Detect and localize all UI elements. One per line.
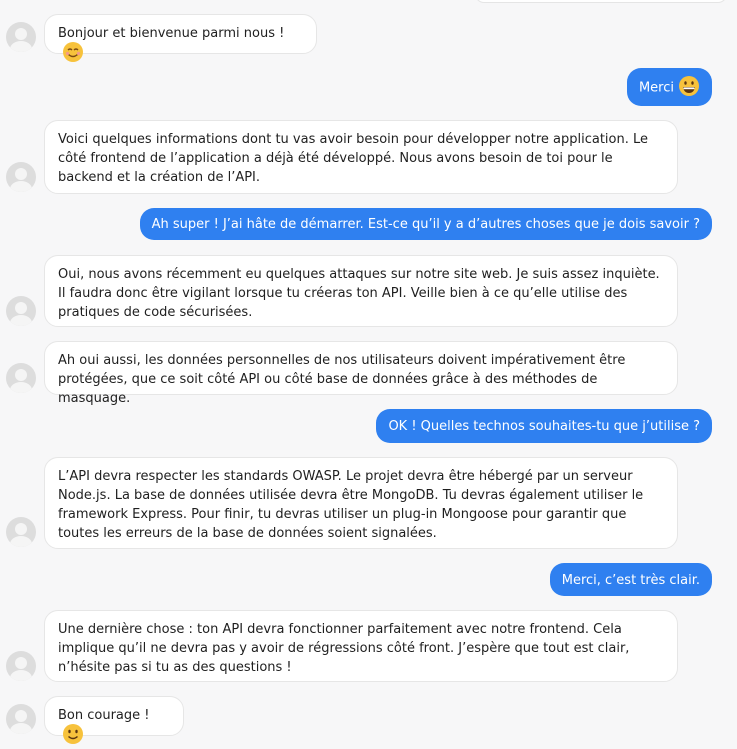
user-message: Merci [626, 68, 712, 106]
bot-message: Bonjour et bienvenue parmi nous ! [44, 14, 317, 62]
bot-message: Bon courage ! [44, 696, 184, 744]
message-text: Merci [638, 80, 674, 96]
smiling-face-icon [63, 42, 83, 62]
message-text: L’API devra respecter les standards OWAS… [58, 469, 648, 541]
slightly-smiling-face-icon [63, 724, 83, 744]
avatar [6, 651, 36, 681]
user-message: Ah super ! J’ai hâte de démarrer. Est-ce… [139, 208, 712, 240]
message-text: Ah super ! J’ai hâte de démarrer. Est-ce… [151, 217, 700, 232]
message-text: Une dernière chose : ton API devra fonct… [58, 622, 634, 675]
message-text: Merci, c’est très clair. [561, 573, 700, 588]
bot-message: Ah oui aussi, les données personnelles d… [44, 341, 678, 406]
message-text: Oui, nous avons récemment eu quelques at… [58, 267, 664, 320]
avatar [6, 162, 36, 192]
avatar [6, 704, 36, 734]
chat-transcript: Bonjour et bienvenue parmi nous ! Merci … [0, 0, 737, 749]
message-text: OK ! Quelles technos souhaites-tu que j’… [388, 419, 700, 434]
message-text: Voici quelques informations dont tu vas … [58, 132, 653, 185]
avatar [6, 296, 36, 326]
bot-message: Oui, nous avons récemment eu quelques at… [44, 255, 678, 327]
previous-element-fragment [475, 0, 727, 3]
user-message: Merci, c’est très clair. [549, 563, 712, 596]
avatar [6, 517, 36, 547]
avatar [6, 363, 36, 393]
message-text: Ah oui aussi, les données personnelles d… [58, 353, 630, 406]
grinning-face-icon [679, 76, 699, 96]
bot-message: L’API devra respecter les standards OWAS… [44, 457, 678, 549]
bot-message: Voici quelques informations dont tu vas … [44, 120, 678, 194]
avatar [6, 22, 36, 52]
message-text: Bon courage ! [58, 708, 150, 723]
user-message: OK ! Quelles technos souhaites-tu que j’… [376, 409, 712, 443]
message-text: Bonjour et bienvenue parmi nous ! [58, 26, 285, 41]
bot-message: Une dernière chose : ton API devra fonct… [44, 610, 678, 682]
